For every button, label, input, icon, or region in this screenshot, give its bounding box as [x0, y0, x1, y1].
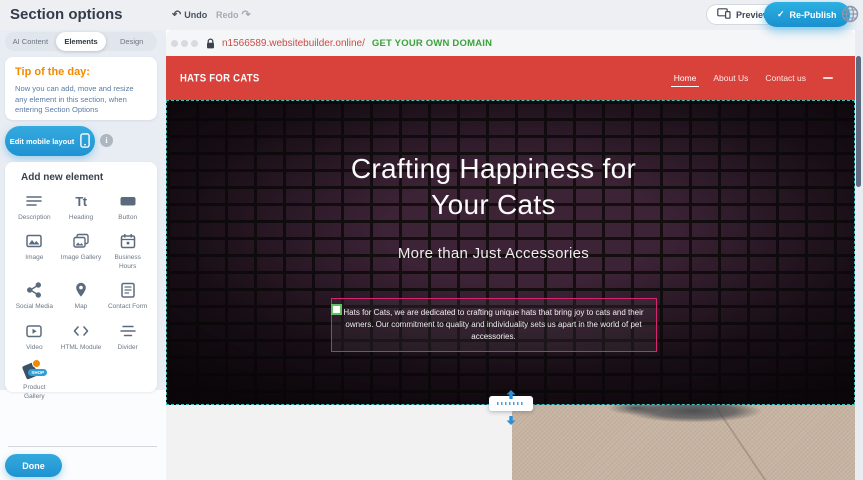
add-element-html-module[interactable]: HTML Module [58, 321, 105, 352]
element-label: Description [18, 214, 51, 222]
tab-elements[interactable]: Elements [56, 32, 107, 51]
add-element-heading[interactable]: Tt Heading [58, 191, 105, 222]
notification-badge [32, 359, 41, 368]
resize-down-arrow-icon [506, 412, 516, 421]
add-element-contact-form[interactable]: Contact Form [104, 280, 151, 311]
element-label: Contact Form [108, 303, 147, 311]
tab-design[interactable]: Design [106, 32, 157, 51]
edit-mobile-layout-button[interactable]: Edit mobile layout [5, 126, 95, 156]
map-pin-icon [71, 280, 91, 300]
next-section-image[interactable] [512, 405, 855, 480]
button-icon [118, 191, 138, 211]
contact-form-icon [118, 280, 138, 300]
business-hours-icon [118, 231, 138, 251]
get-domain-link[interactable]: GET YOUR OWN DOMAIN [372, 38, 492, 49]
element-label: Image [25, 254, 43, 262]
element-label: Business Hours [106, 254, 150, 271]
nav-about-us[interactable]: About Us [713, 69, 748, 87]
republish-button[interactable]: ✓ Re-Publish [764, 2, 850, 27]
site-logo[interactable]: HATS FOR CATS [180, 71, 260, 84]
redo-button[interactable]: Redo↷ [216, 8, 251, 21]
element-label: Map [75, 303, 88, 311]
element-label: Social Media [16, 303, 53, 311]
done-button[interactable]: Done [5, 454, 62, 477]
tip-body: Now you can add, move and resize any ele… [15, 84, 147, 116]
redo-icon: ↷ [242, 9, 251, 21]
product-gallery-icon: SHOP [21, 361, 47, 381]
hero-paragraph-text: Hats for Cats, we are dedicated to craft… [338, 307, 650, 343]
nav-more-icon[interactable] [823, 77, 833, 79]
hero-heading[interactable]: Crafting Happiness for Your Cats [324, 151, 664, 224]
nav-contact-us[interactable]: Contact us [765, 69, 806, 87]
globe-language-icon[interactable] [840, 4, 860, 24]
next-section-blank[interactable] [166, 405, 512, 480]
site-nav: Home About Us Contact us [674, 69, 833, 87]
element-label: HTML Module [61, 344, 102, 352]
page-title: Section options [10, 6, 123, 23]
add-element-button[interactable]: Button [104, 191, 151, 222]
code-icon [71, 321, 91, 341]
sidebar: AI Content Elements Design Tip of the da… [0, 30, 166, 480]
add-element-image[interactable]: Image [11, 231, 58, 271]
hero-paragraph-selected[interactable]: Hats for Cats, we are dedicated to craft… [331, 298, 657, 352]
app-window: Section options ↶Undo Redo↷ Preview ✓ Re… [0, 0, 863, 480]
hero-content: Crafting Happiness for Your Cats More th… [167, 101, 854, 352]
share-icon [24, 280, 44, 300]
element-label: Video [26, 344, 43, 352]
element-label: Divider [118, 344, 138, 352]
image-gallery-icon [71, 231, 91, 251]
text-lines-icon [24, 191, 44, 211]
topbar: Section options ↶Undo Redo↷ Preview ✓ Re… [0, 0, 863, 30]
video-icon [24, 321, 44, 341]
add-element-panel: Add new element Description Tt Heading B… [5, 162, 157, 392]
tip-of-the-day-card: Tip of the day: Now you can add, move an… [5, 57, 157, 120]
add-element-image-gallery[interactable]: Image Gallery [58, 231, 105, 271]
sidebar-divider [8, 446, 157, 447]
shop-tag: SHOP [28, 369, 47, 376]
hero-subheading[interactable]: More than Just Accessories [398, 245, 589, 262]
scrollbar-thumb[interactable] [856, 56, 861, 187]
preview-scrollbar[interactable] [855, 30, 863, 480]
devices-icon [717, 8, 731, 21]
browser-chrome: n1566589.websitebuilder.online/ GET YOUR… [166, 30, 855, 56]
phone-icon [80, 133, 90, 150]
add-element-description[interactable]: Description [11, 191, 58, 222]
lock-icon [206, 38, 215, 49]
add-element-product-gallery[interactable]: SHOP Product Gallery [11, 361, 58, 401]
info-icon[interactable]: i [100, 134, 113, 147]
element-grid: Description Tt Heading Button Image Imag… [11, 191, 151, 401]
check-icon: ✓ [777, 9, 785, 20]
add-element-video[interactable]: Video [11, 321, 58, 352]
chrome-dot [191, 40, 198, 47]
element-label: Heading [69, 214, 93, 222]
hero-section[interactable]: Crafting Happiness for Your Cats More th… [166, 100, 855, 405]
site-preview: n1566589.websitebuilder.online/ GET YOUR… [166, 30, 855, 480]
chrome-dot [181, 40, 188, 47]
undo-icon: ↶ [172, 9, 181, 21]
tab-ai-content[interactable]: AI Content [5, 32, 56, 51]
site-header: HATS FOR CATS Home About Us Contact us [166, 56, 855, 100]
add-element-divider[interactable]: Divider [104, 321, 151, 352]
chrome-dot [171, 40, 178, 47]
undo-button[interactable]: ↶Undo [172, 8, 207, 21]
element-label: Button [118, 214, 137, 222]
site-url[interactable]: n1566589.websitebuilder.online/ [222, 38, 365, 49]
image-icon [24, 231, 44, 251]
add-element-title: Add new element [21, 172, 151, 183]
add-element-map[interactable]: Map [58, 280, 105, 311]
grip-dots-icon [497, 402, 525, 405]
element-label: Product Gallery [12, 384, 56, 401]
divider-icon [118, 321, 138, 341]
tip-title: Tip of the day: [15, 66, 147, 78]
element-label: Image Gallery [61, 254, 101, 262]
nav-home[interactable]: Home [674, 69, 697, 87]
add-element-business-hours[interactable]: Business Hours [104, 231, 151, 271]
heading-icon: Tt [75, 191, 86, 211]
sidebar-tabbar: AI Content Elements Design [5, 32, 157, 51]
element-drag-handle[interactable] [331, 304, 342, 315]
add-element-social-media[interactable]: Social Media [11, 280, 58, 311]
resize-up-arrow-icon [506, 386, 516, 395]
